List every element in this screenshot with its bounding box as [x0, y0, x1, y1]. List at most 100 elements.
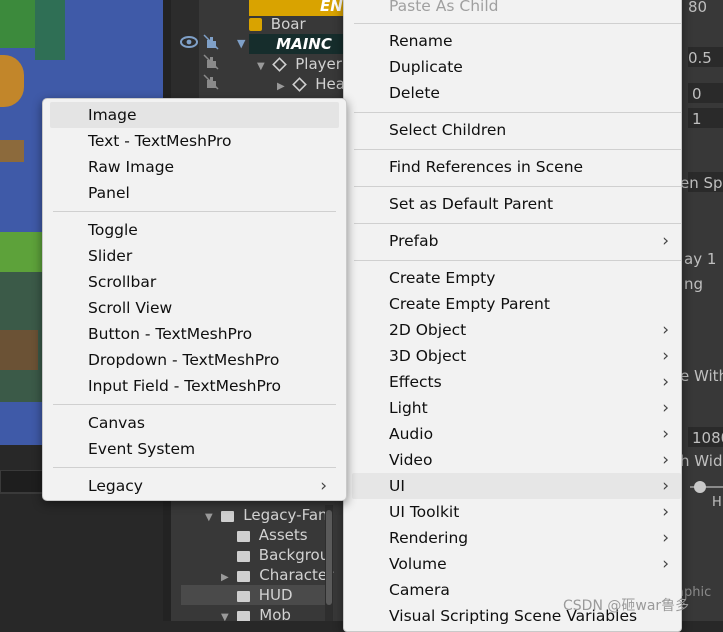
chevron-right-icon: › [662, 424, 669, 444]
menu-item-rendering[interactable]: Rendering › [352, 525, 681, 551]
folder-icon [237, 611, 251, 621]
menu-item-rename[interactable]: Rename [352, 28, 681, 54]
menu-item-select-children[interactable]: Select Children [352, 117, 681, 143]
inspector-slider-handle[interactable] [694, 481, 706, 493]
submenu-item-slider[interactable]: Slider [50, 243, 339, 269]
folder-icon [221, 511, 235, 522]
chevron-right-icon: › [662, 528, 669, 548]
menu-item-2d-object[interactable]: 2D Object › [352, 317, 681, 343]
expand-arrow-icon[interactable]: ▶ [221, 572, 229, 583]
expand-arrow-icon[interactable]: ▼ [221, 612, 229, 621]
submenu-item-scroll-view[interactable]: Scroll View [50, 295, 339, 321]
folder-label: Character [259, 566, 334, 584]
expand-arrow-icon[interactable]: ▼ [205, 512, 213, 523]
chevron-right-icon: › [662, 554, 669, 574]
menu-item-find-references[interactable]: Find References in Scene [352, 154, 681, 180]
submenu-item-button-textmeshpro[interactable]: Button - TextMeshPro [50, 321, 339, 347]
hierarchy-row-health[interactable]: ▶ Healt [277, 74, 351, 94]
submenu-item-canvas[interactable]: Canvas [50, 410, 339, 436]
submenu-item-image[interactable]: Image [50, 102, 339, 128]
submenu-item-event-system[interactable]: Event System [50, 436, 339, 462]
hand-icon[interactable] [203, 34, 219, 54]
chevron-right-icon: › [662, 476, 669, 496]
submenu-item-dropdown-textmeshpro[interactable]: Dropdown - TextMeshPro [50, 347, 339, 373]
submenu-item-scrollbar[interactable]: Scrollbar [50, 269, 339, 295]
submenu-item-raw-image[interactable]: Raw Image [50, 154, 339, 180]
menu-item-paste-as-child: Paste As Child [389, 0, 499, 15]
folder-row-character[interactable]: ▶ Character [221, 565, 333, 585]
hierarchy-gutter [171, 0, 199, 110]
menu-separator [354, 112, 681, 113]
menu-item-volume[interactable]: Volume › [352, 551, 681, 577]
submenu-item-input-field-textmeshpro[interactable]: Input Field - TextMeshPro [50, 373, 339, 399]
menu-item-create-empty-parent[interactable]: Create Empty Parent [352, 291, 681, 317]
ui-submenu: Image Text - TextMeshPro Raw Image Panel… [42, 98, 347, 501]
chevron-right-icon: › [662, 398, 669, 418]
chevron-right-icon: › [662, 450, 669, 470]
hierarchy-row-mainc[interactable]: MAINC [249, 34, 351, 54]
folder-icon [237, 551, 250, 562]
expand-arrow-icon[interactable]: ▼ [257, 61, 265, 72]
inspector-value: 0.5 [688, 49, 712, 67]
folder-row-mob[interactable]: ▼ Mob [221, 605, 291, 621]
watermark: CSDN @砸war鲁多 [563, 598, 690, 614]
inspector-value: e With [680, 367, 723, 385]
hierarchy-row-boar[interactable]: Boar [249, 14, 306, 34]
submenu-item-toggle[interactable]: Toggle [50, 217, 339, 243]
folder-row-background[interactable]: Backgrou [237, 545, 329, 565]
hierarchy-row-label: Boar [270, 15, 306, 33]
menu-item-video[interactable]: Video › [352, 447, 681, 473]
chevron-right-icon: › [662, 502, 669, 522]
folder-row-legacy[interactable]: ▼ Legacy-Fan [205, 505, 328, 525]
menu-item-3d-object[interactable]: 3D Object › [352, 343, 681, 369]
folder-icon [237, 571, 251, 582]
cube-icon [272, 57, 288, 72]
folder-icon [237, 531, 250, 542]
menu-item-set-default-parent[interactable]: Set as Default Parent [352, 191, 681, 217]
menu-separator [354, 260, 681, 261]
inspector-value: en Sp [680, 174, 723, 192]
submenu-item-panel[interactable]: Panel [50, 180, 339, 206]
menu-item-audio[interactable]: Audio › [352, 421, 681, 447]
folder-label: Assets [258, 526, 308, 544]
folder-icon [237, 591, 250, 602]
hand-icon[interactable] [203, 54, 219, 74]
menu-item-ui-toolkit[interactable]: UI Toolkit › [352, 499, 681, 525]
project-scrollbar-thumb[interactable] [326, 510, 332, 605]
scene-tile-grass [0, 232, 42, 272]
menu-separator [354, 186, 681, 187]
hand-icon[interactable] [203, 74, 219, 94]
inspector-value: 1080 [692, 429, 723, 447]
chevron-right-icon: › [662, 320, 669, 340]
eye-icon[interactable] [179, 34, 199, 54]
menu-item-create-empty[interactable]: Create Empty [352, 265, 681, 291]
scene-tile-stone [35, 0, 65, 60]
folder-row-assets[interactable]: Assets [237, 525, 308, 545]
chevron-right-icon: › [320, 476, 327, 496]
inspector-value: 0 [692, 85, 702, 103]
scene-tile-dirt [0, 140, 24, 162]
menu-separator [53, 211, 336, 212]
expand-arrow-icon[interactable]: ▶ [277, 81, 285, 92]
inspector-value: H [712, 495, 722, 510]
hierarchy-row-player[interactable]: ▼ PlayerS [257, 54, 351, 74]
expand-arrow-icon[interactable]: ▼ [237, 34, 245, 54]
scene-boar-sprite [0, 55, 24, 107]
menu-item-ui[interactable]: UI › [352, 473, 681, 499]
chevron-right-icon: › [662, 231, 669, 251]
menu-item-delete[interactable]: Delete [352, 80, 681, 106]
menu-item-light[interactable]: Light › [352, 395, 681, 421]
folder-row-hud[interactable]: HUD [181, 585, 329, 605]
menu-item-duplicate[interactable]: Duplicate [352, 54, 681, 80]
cube-icon [249, 18, 262, 31]
folder-label: HUD [258, 586, 293, 604]
submenu-item-legacy[interactable]: Legacy › [50, 473, 339, 499]
chevron-right-icon: › [662, 372, 669, 392]
menu-separator [354, 223, 681, 224]
menu-item-prefab[interactable]: Prefab › [352, 228, 681, 254]
submenu-item-text-textmeshpro[interactable]: Text - TextMeshPro [50, 128, 339, 154]
inspector-value: 1 [692, 110, 702, 128]
menu-item-effects[interactable]: Effects › [352, 369, 681, 395]
inspector-value: h Wid [680, 452, 723, 470]
inspector-value: ng [684, 275, 704, 293]
